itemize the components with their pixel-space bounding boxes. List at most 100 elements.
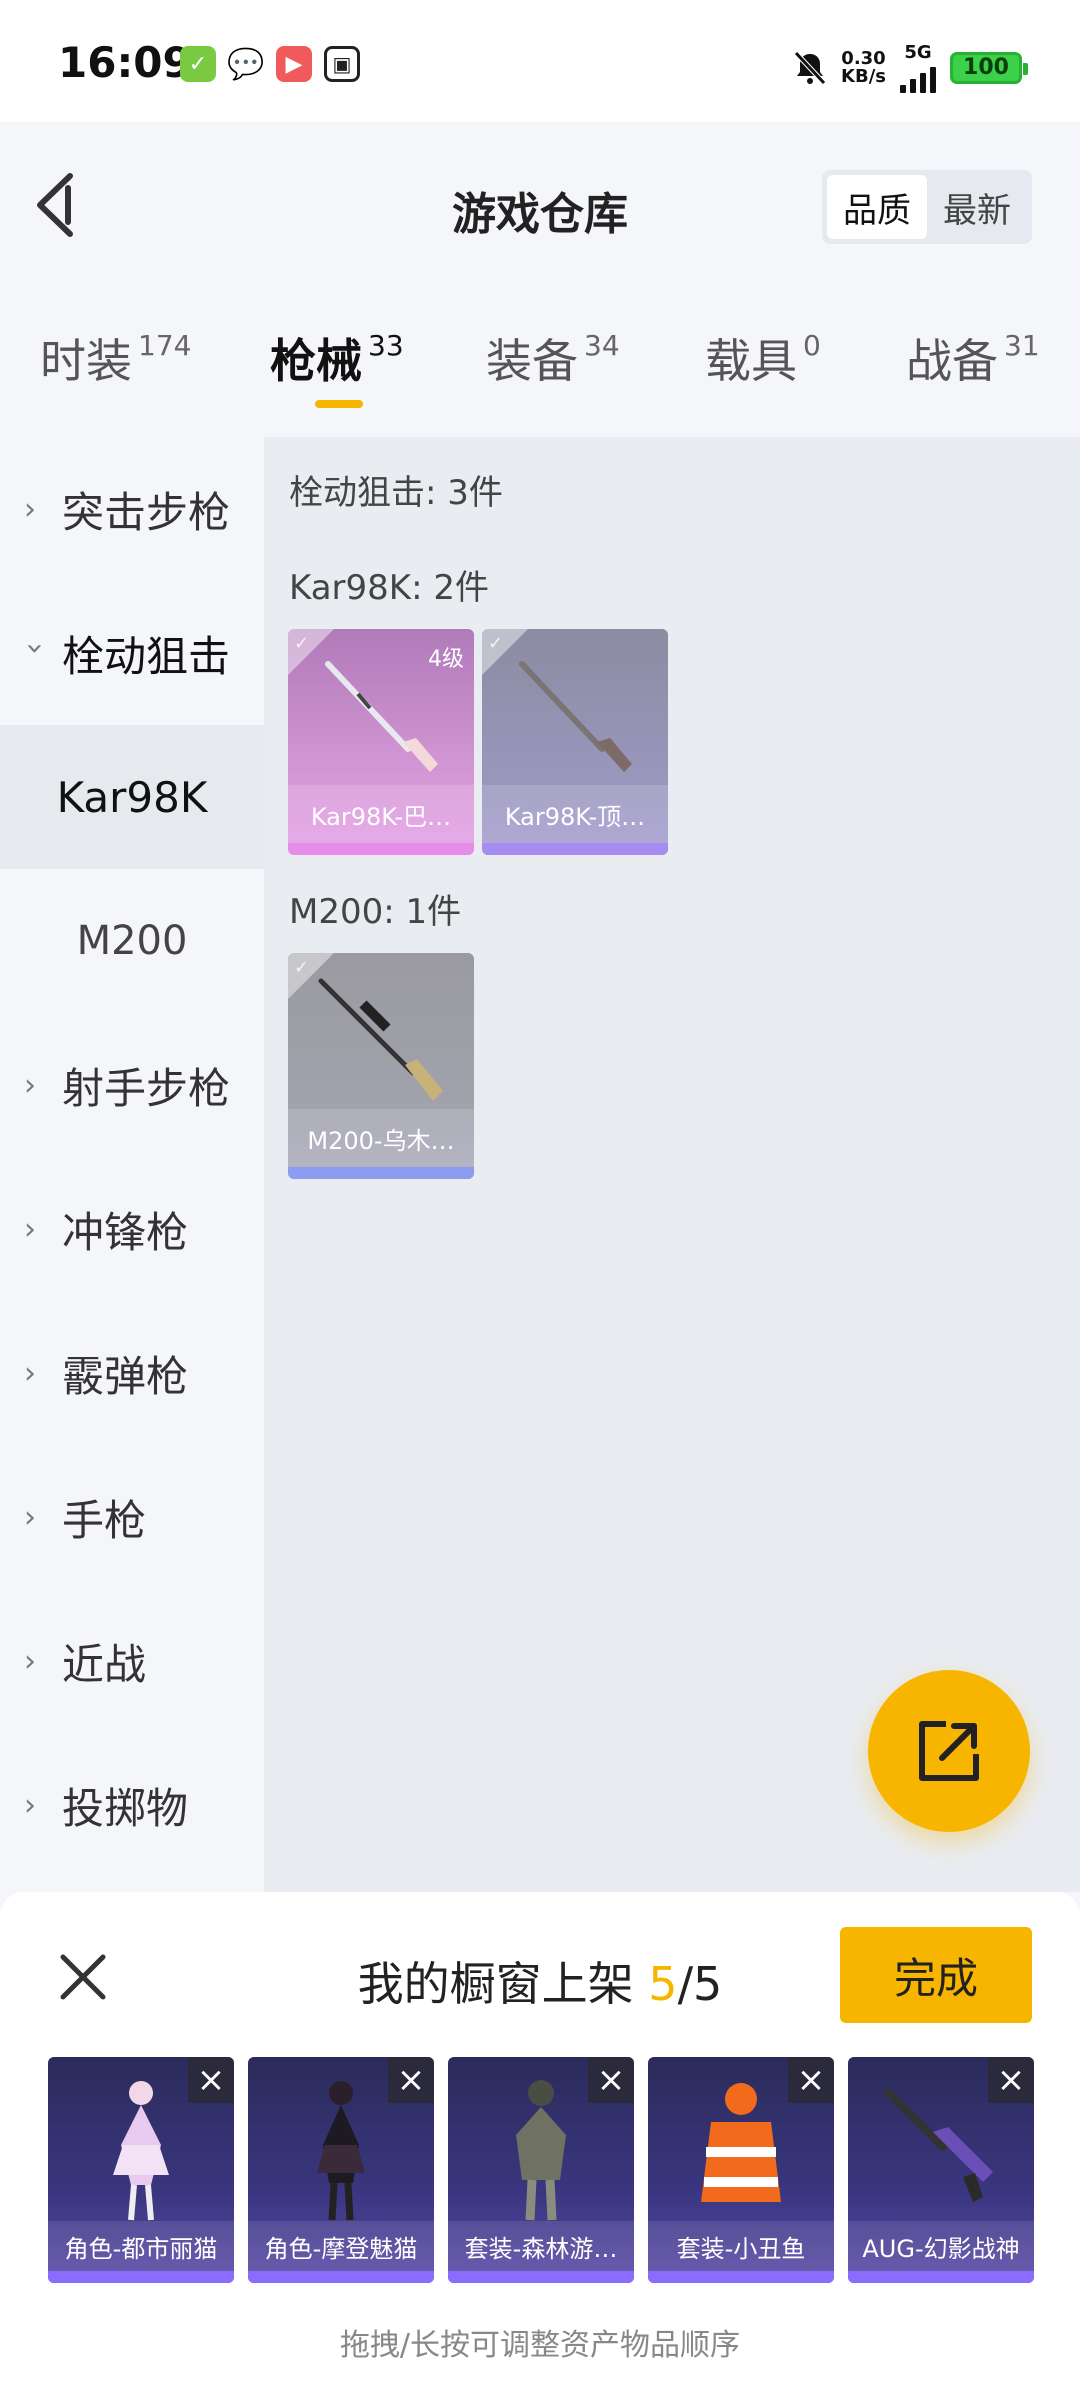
sidebar-item-melee[interactable]: › 近战 bbox=[0, 1589, 264, 1733]
sidebar-subitem-m200[interactable]: M200 bbox=[0, 869, 264, 1013]
showcase-item[interactable]: × 角色-摩登魅猫 bbox=[248, 2057, 434, 2283]
status-time: 16:09 bbox=[58, 38, 192, 87]
sidebar-item-label: 冲锋枪 bbox=[62, 1207, 189, 1257]
showcase-item-name: 套装-小丑鱼 bbox=[648, 2221, 834, 2271]
share-fab[interactable] bbox=[868, 1670, 1030, 1832]
sidebar-item-bolt-sniper[interactable]: › 栓动狙击 bbox=[0, 581, 264, 725]
item-name: M200-乌木… bbox=[288, 1109, 474, 1167]
network-speed: 0.30 KB/s bbox=[841, 47, 886, 87]
sidebar-item-assault-rifle[interactable]: › 突击步枪 bbox=[0, 437, 264, 581]
sort-toggle: 品质 最新 bbox=[822, 170, 1032, 244]
showcase-item[interactable]: × 套装-森林游… bbox=[448, 2057, 634, 2283]
quality-bar bbox=[482, 843, 668, 855]
note-app-icon: ▣ bbox=[324, 46, 360, 82]
tab-label: 载具 bbox=[705, 334, 797, 388]
chevron-right-icon: › bbox=[24, 1499, 36, 1535]
group-title-m200: M200: 1件 bbox=[289, 892, 462, 932]
sidebar-item-shotgun[interactable]: › 霰弹枪 bbox=[0, 1301, 264, 1445]
tab-label: 装备 bbox=[486, 334, 578, 388]
sort-newest-button[interactable]: 最新 bbox=[927, 175, 1027, 239]
remove-item-icon[interactable]: × bbox=[988, 2057, 1034, 2103]
remove-item-icon[interactable]: × bbox=[188, 2057, 234, 2103]
sidebar-item-throwable[interactable]: › 投掷物 bbox=[0, 1733, 264, 1877]
item-level-badge: 4级 bbox=[428, 647, 464, 672]
quality-bar bbox=[288, 1167, 474, 1179]
select-check-icon: ✓ bbox=[482, 629, 528, 675]
sidebar-item-label: 近战 bbox=[62, 1639, 147, 1689]
speed-value: 0.30 bbox=[841, 47, 886, 69]
wechat-icon: 💬 bbox=[227, 46, 265, 82]
done-button[interactable]: 完成 bbox=[840, 1927, 1032, 2023]
signal-bars-icon bbox=[900, 63, 936, 93]
sidebar-item-label: 霰弹枪 bbox=[62, 1351, 189, 1401]
reorder-hint: 拖拽/长按可调整资产物品顺序 bbox=[339, 2328, 741, 2363]
tab-fashion[interactable]: 时装 174 bbox=[40, 325, 191, 391]
status-bar: 16:09 ✓ 💬 ▶ ▣ 0.30 KB/s 5G 100 bbox=[0, 0, 1080, 122]
sidebar-item-pistol[interactable]: › 手枪 bbox=[0, 1445, 264, 1589]
battery-icon: 100 bbox=[950, 51, 1028, 84]
select-check-icon: ✓ bbox=[288, 629, 334, 675]
showcase-item-name: 角色-摩登魅猫 bbox=[248, 2221, 434, 2271]
chevron-right-icon: › bbox=[24, 1787, 36, 1823]
sidebar-item-label: 射手步枪 bbox=[62, 1063, 231, 1113]
tab-vehicles[interactable]: 载具 0 bbox=[705, 325, 821, 391]
quality-bar bbox=[48, 2271, 234, 2283]
showcase-item[interactable]: × 角色-都市丽猫 bbox=[48, 2057, 234, 2283]
rifle-icon bbox=[325, 661, 438, 772]
quality-bar bbox=[248, 2271, 434, 2283]
showcase-item[interactable]: × 套装-小丑鱼 bbox=[648, 2057, 834, 2283]
sidebar-item-marksman-rifle[interactable]: › 射手步枪 bbox=[0, 1013, 264, 1157]
network-type: 5G bbox=[904, 42, 932, 63]
showcase-item[interactable]: × AUG-幻影战神 bbox=[848, 2057, 1034, 2283]
sidebar-subitem-kar98k[interactable]: Kar98K bbox=[0, 725, 264, 869]
showcase-total: /5 bbox=[677, 1957, 723, 2011]
category-summary: 栓动狙击: 3件 bbox=[289, 473, 503, 513]
speed-unit: KB/s bbox=[841, 65, 886, 87]
remove-item-icon[interactable]: × bbox=[788, 2057, 834, 2103]
weapon-card[interactable]: ✓ Kar98K-顶… bbox=[482, 629, 668, 855]
chevron-right-icon: › bbox=[24, 1211, 36, 1247]
showcase-count: 5 bbox=[648, 1957, 678, 2011]
video-app-icon: ▶ bbox=[276, 46, 312, 82]
tab-count: 33 bbox=[368, 329, 404, 362]
mute-bell-icon bbox=[794, 50, 826, 85]
weapon-card[interactable]: ✓ 4级 Kar98K-巴… bbox=[288, 629, 474, 855]
notification-icons: ✓ 💬 ▶ ▣ bbox=[180, 46, 360, 82]
clownfish-outfit-icon bbox=[701, 2083, 781, 2202]
quality-bar bbox=[448, 2271, 634, 2283]
select-check-icon: ✓ bbox=[288, 953, 334, 999]
quality-bar bbox=[288, 843, 474, 855]
chevron-right-icon: › bbox=[24, 1643, 36, 1679]
weapon-category-sidebar: › 突击步枪 › 栓动狙击 Kar98K M200 › 射手步枪 › 冲锋枪 › 霰弹枪 … bbox=[0, 437, 264, 1892]
camo-outfit-icon bbox=[516, 2080, 566, 2221]
rifle-icon bbox=[519, 661, 632, 772]
sidebar-item-smg[interactable]: › 冲锋枪 bbox=[0, 1157, 264, 1301]
item-name: Kar98K-巴… bbox=[288, 785, 474, 843]
tab-combat-gear[interactable]: 战备 31 bbox=[906, 325, 1040, 391]
tab-label: 时装 bbox=[40, 334, 132, 388]
tab-count: 34 bbox=[584, 329, 620, 362]
remove-item-icon[interactable]: × bbox=[588, 2057, 634, 2103]
chevron-right-icon: › bbox=[24, 491, 36, 527]
status-right: 0.30 KB/s 5G 100 bbox=[793, 42, 1028, 93]
sidebar-item-label: 栓动狙击 bbox=[62, 631, 231, 681]
group-title-kar98k: Kar98K: 2件 bbox=[289, 568, 489, 608]
weapon-card[interactable]: ✓ M200-乌木… bbox=[288, 953, 474, 1179]
character-figure-icon bbox=[317, 2081, 365, 2221]
sidebar-item-label: 手枪 bbox=[62, 1495, 147, 1545]
tab-firearms[interactable]: 枪械 33 bbox=[270, 325, 404, 391]
app-notification-icon: ✓ bbox=[180, 46, 216, 82]
sniper-rifle-icon bbox=[318, 978, 443, 1101]
sidebar-item-label: 突击步枪 bbox=[62, 487, 231, 537]
quality-bar bbox=[648, 2271, 834, 2283]
remove-item-icon[interactable]: × bbox=[388, 2057, 434, 2103]
showcase-sheet: 我的橱窗上架 5/5 完成 × 角色-都市丽猫 × 角色-摩登魅猫 × 套装-森… bbox=[0, 1892, 1080, 2400]
tab-equipment[interactable]: 装备 34 bbox=[486, 325, 620, 391]
showcase-item-name: AUG-幻影战神 bbox=[848, 2221, 1034, 2271]
sheet-title-text: 我的橱窗上架 bbox=[357, 1957, 634, 2011]
tab-count: 31 bbox=[1004, 329, 1040, 362]
chevron-right-icon: › bbox=[24, 1067, 36, 1103]
active-tab-indicator bbox=[315, 400, 363, 408]
sort-quality-button[interactable]: 品质 bbox=[827, 175, 927, 239]
category-tabs: 时装 174 枪械 33 装备 34 载具 0 战备 31 bbox=[0, 325, 1080, 435]
